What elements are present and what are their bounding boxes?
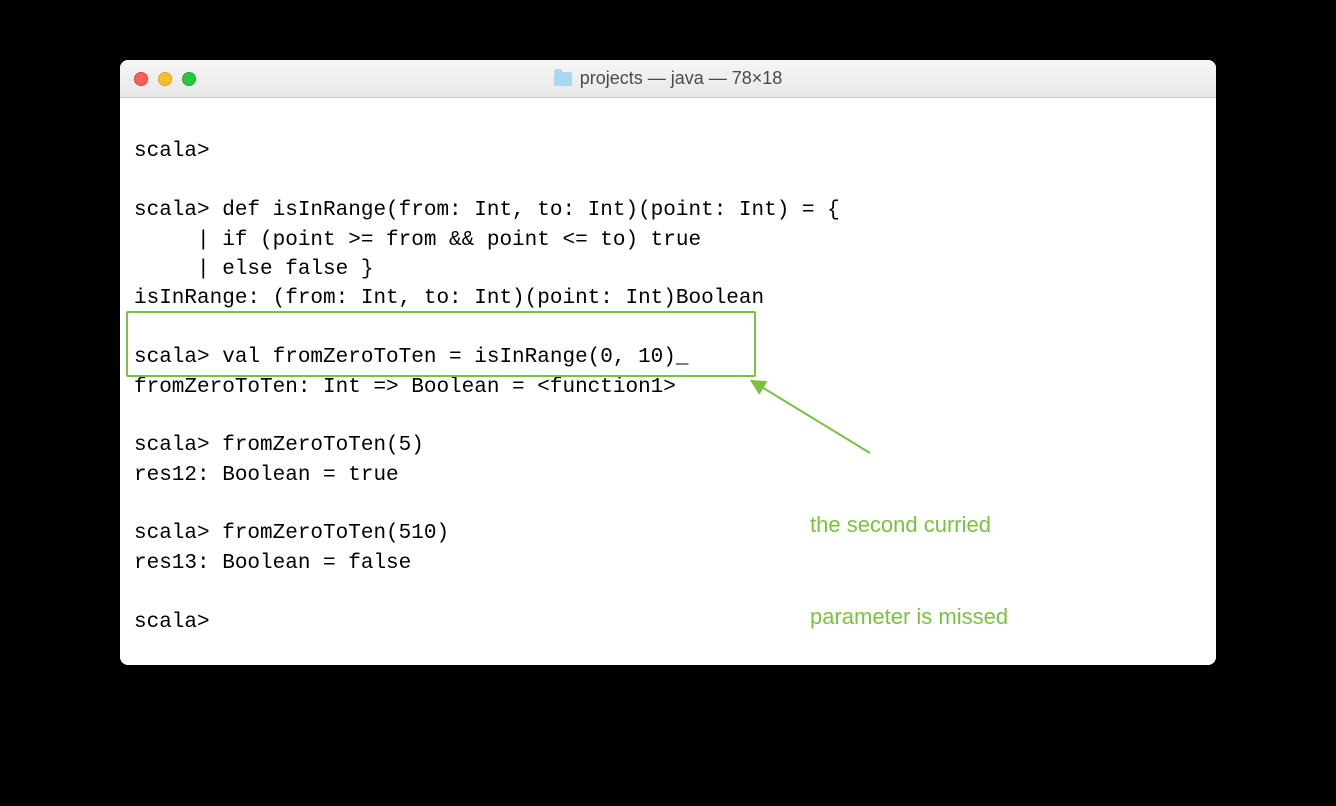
terminal-line: fromZeroToTen: Int => Boolean = <functio… bbox=[134, 376, 676, 399]
titlebar[interactable]: projects — java — 78×18 bbox=[120, 60, 1216, 98]
annotation-line: parameter is missed bbox=[810, 602, 1008, 633]
terminal-line: | else false } bbox=[134, 258, 373, 281]
terminal-line: isInRange: (from: Int, to: Int)(point: I… bbox=[134, 287, 764, 310]
terminal-line: res12: Boolean = true bbox=[134, 464, 399, 487]
terminal-line: scala> def isInRange(from: Int, to: Int)… bbox=[134, 199, 840, 222]
maximize-icon[interactable] bbox=[182, 72, 196, 86]
annotation-text: the second curried parameter is missed bbox=[810, 448, 1008, 665]
folder-icon bbox=[554, 72, 572, 86]
annotation-line: the second curried bbox=[810, 510, 1008, 541]
terminal-line: scala> bbox=[134, 140, 210, 163]
close-icon[interactable] bbox=[134, 72, 148, 86]
terminal-body[interactable]: scala> scala> def isInRange(from: Int, t… bbox=[120, 98, 1216, 665]
terminal-line: res13: Boolean = false bbox=[134, 552, 411, 575]
minimize-icon[interactable] bbox=[158, 72, 172, 86]
terminal-line: scala> val fromZeroToTen = isInRange(0, … bbox=[134, 346, 689, 369]
traffic-lights bbox=[134, 72, 196, 86]
terminal-line: scala> fromZeroToTen(5) bbox=[134, 434, 424, 457]
terminal-line: | if (point >= from && point <= to) true bbox=[134, 229, 701, 252]
terminal-window: projects — java — 78×18 scala> scala> de… bbox=[120, 60, 1216, 665]
terminal-line: scala> bbox=[134, 611, 210, 634]
terminal-line: scala> fromZeroToTen(510) bbox=[134, 522, 449, 545]
window-title-container: projects — java — 78×18 bbox=[120, 68, 1216, 89]
window-title: projects — java — 78×18 bbox=[580, 68, 783, 89]
